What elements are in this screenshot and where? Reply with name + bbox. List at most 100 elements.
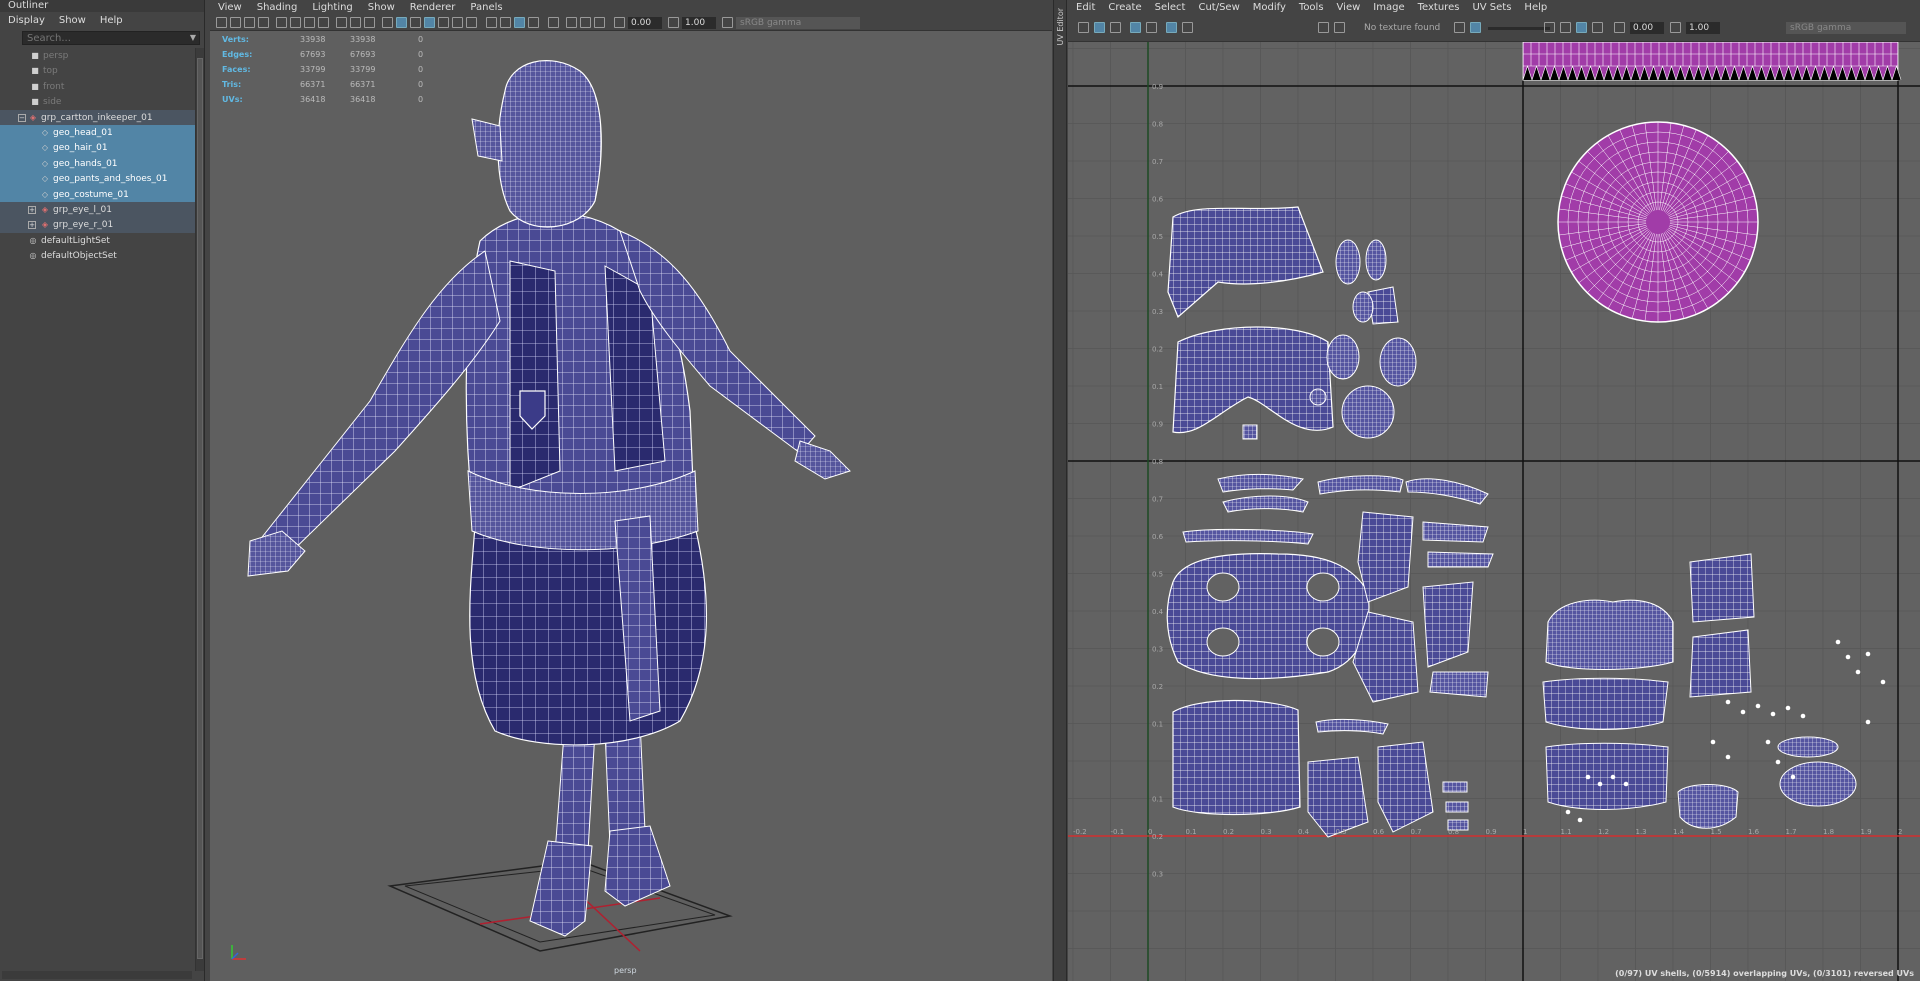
depth-of-field-icon[interactable] xyxy=(528,17,539,28)
collapse-icon[interactable]: − xyxy=(18,113,26,122)
menu-uv-sets[interactable]: UV Sets xyxy=(1472,0,1511,15)
outliner-search[interactable]: ▼ xyxy=(22,31,200,45)
outliner-item-geo-costume[interactable]: ◇ geo_costume_01 xyxy=(0,186,196,202)
menu-help[interactable]: Help xyxy=(1524,0,1547,15)
uv-editor-panel[interactable]: Edit Create Select Cut/Sew Modify Tools … xyxy=(1068,0,1920,981)
outliner-item-persp[interactable]: ■ persp xyxy=(0,48,196,63)
filter-icon[interactable] xyxy=(1576,22,1587,33)
uv-shell-selected[interactable] xyxy=(1522,42,1902,323)
outliner-item-geo-hair[interactable]: ◇ geo_hair_01 xyxy=(0,140,196,156)
outliner-item-group[interactable]: − ◈ grp_cartton_inkeeper_01 xyxy=(0,109,196,125)
snap-grid-icon[interactable] xyxy=(1166,22,1177,33)
gamma-icon[interactable] xyxy=(1670,22,1681,33)
pin-icon[interactable] xyxy=(1592,22,1603,33)
gamma-field[interactable]: 1.00 xyxy=(682,17,716,29)
menu-modify[interactable]: Modify xyxy=(1253,0,1286,15)
uv-grid-icon[interactable] xyxy=(1078,22,1089,33)
outliner-item-front[interactable]: ■ front xyxy=(0,79,196,94)
viewport-panel[interactable]: View Shading Lighting Show Renderer Pane… xyxy=(210,0,1052,981)
xray-components-icon[interactable] xyxy=(594,17,605,28)
distortion-icon[interactable] xyxy=(1130,22,1141,33)
camera-attributes-icon[interactable] xyxy=(230,17,241,28)
menu-select[interactable]: Select xyxy=(1155,0,1186,15)
safe-title-icon[interactable] xyxy=(364,17,375,28)
scrollbar-thumb[interactable] xyxy=(197,58,203,959)
shadows-icon[interactable] xyxy=(466,17,477,28)
expand-icon[interactable]: + xyxy=(28,221,36,230)
menu-view[interactable]: View xyxy=(218,0,242,15)
film-gate-icon[interactable] xyxy=(290,17,301,28)
outliner-item-object-set[interactable]: ◎ defaultObjectSet xyxy=(0,248,196,263)
horizontal-scrollbar[interactable] xyxy=(2,971,192,979)
menu-shading[interactable]: Shading xyxy=(257,0,298,15)
smooth-shade-icon[interactable] xyxy=(396,17,407,28)
model-canvas[interactable] xyxy=(210,31,1052,981)
checker-tile-icon[interactable] xyxy=(1334,22,1345,33)
isolate-select-icon[interactable] xyxy=(548,17,559,28)
menu-view[interactable]: View xyxy=(1337,0,1361,15)
checker-icon[interactable] xyxy=(1146,22,1157,33)
wireframe-on-shaded-icon[interactable] xyxy=(424,17,435,28)
outliner-item-geo-head[interactable]: ◇ geo_head_01 xyxy=(0,124,196,141)
field-chart-icon[interactable] xyxy=(336,17,347,28)
menu-tools[interactable]: Tools xyxy=(1299,0,1324,15)
xray-joints-icon[interactable] xyxy=(580,17,591,28)
dim-image-icon[interactable] xyxy=(1454,22,1465,33)
ambient-occlusion-icon[interactable] xyxy=(486,17,497,28)
outliner-item-eye-l[interactable]: + ◈ grp_eye_l_01 xyxy=(0,201,196,218)
texture-borders-icon[interactable] xyxy=(1110,22,1121,33)
view-transform-select[interactable]: sRGB gamma xyxy=(736,17,860,29)
uv-view-transform-select[interactable]: sRGB gamma xyxy=(1786,22,1906,34)
menu-display[interactable]: Display xyxy=(8,12,45,29)
menu-cut-sew[interactable]: Cut/Sew xyxy=(1198,0,1239,15)
menu-show[interactable]: Show xyxy=(368,0,395,15)
safe-action-icon[interactable] xyxy=(350,17,361,28)
xray-icon[interactable] xyxy=(566,17,577,28)
image-display-icon[interactable] xyxy=(1318,22,1329,33)
outliner-item-top[interactable]: ■ top xyxy=(0,63,196,78)
vertical-scrollbar[interactable] xyxy=(195,48,204,971)
gate-mask-icon[interactable] xyxy=(318,17,329,28)
lights-icon[interactable] xyxy=(452,17,463,28)
exposure-field[interactable]: 0.00 xyxy=(628,17,662,29)
default-material-icon[interactable] xyxy=(410,17,421,28)
menu-panels[interactable]: Panels xyxy=(470,0,502,15)
motion-blur-icon[interactable] xyxy=(500,17,511,28)
gamma-field[interactable]: 1.00 xyxy=(1686,22,1720,34)
menu-help[interactable]: Help xyxy=(100,12,123,29)
bookmark-icon[interactable] xyxy=(244,17,255,28)
uv-editor-tab[interactable]: UV Editor xyxy=(1053,0,1067,981)
uv-shells-costume-tile[interactable] xyxy=(1166,474,1494,838)
character-model[interactable] xyxy=(247,60,851,937)
menu-image[interactable]: Image xyxy=(1373,0,1404,15)
image-ratio-icon[interactable] xyxy=(1470,22,1481,33)
uv-shells-extra-tile[interactable] xyxy=(1542,553,1886,829)
outliner-item-geo-pants[interactable]: ◇ geo_pants_and_shoes_01 xyxy=(0,171,196,187)
color-management-icon[interactable] xyxy=(722,17,733,28)
grid-icon[interactable] xyxy=(276,17,287,28)
exposure-field[interactable]: 0.00 xyxy=(1630,22,1664,34)
image-plane-icon[interactable] xyxy=(258,17,269,28)
menu-edit[interactable]: Edit xyxy=(1076,0,1095,15)
wireframe-icon[interactable] xyxy=(382,17,393,28)
menu-show[interactable]: Show xyxy=(59,12,86,29)
uv-canvas[interactable]: -0.2 -0.1 0 0.1 0.2 0.3 0.4 0.5 0.6 0.7 0.8 0.9 1 1.1… xyxy=(1068,42,1920,981)
outliner-item-geo-hands[interactable]: ◇ geo_hands_01 xyxy=(0,155,196,172)
menu-lighting[interactable]: Lighting xyxy=(312,0,352,15)
anti-aliasing-icon[interactable] xyxy=(514,17,525,28)
resolution-gate-icon[interactable] xyxy=(304,17,315,28)
outliner-item-eye-r[interactable]: + ◈ grp_eye_r_01 xyxy=(0,217,196,233)
menu-create[interactable]: Create xyxy=(1108,0,1141,15)
select-camera-icon[interactable] xyxy=(216,17,227,28)
snapshot-icon[interactable] xyxy=(1182,22,1193,33)
expand-icon[interactable]: + xyxy=(28,205,36,214)
textured-icon[interactable] xyxy=(438,17,449,28)
uv-shells-head-tile[interactable] xyxy=(1167,206,1417,440)
menu-renderer[interactable]: Renderer xyxy=(410,0,456,15)
exposure-icon[interactable] xyxy=(614,17,625,28)
dim-slider[interactable] xyxy=(1488,27,1550,30)
outliner-item-side[interactable]: ■ side xyxy=(0,94,196,109)
exposure-icon[interactable] xyxy=(1614,22,1625,33)
chevron-down-icon[interactable]: ▼ xyxy=(190,33,196,42)
gamma-icon[interactable] xyxy=(668,17,679,28)
